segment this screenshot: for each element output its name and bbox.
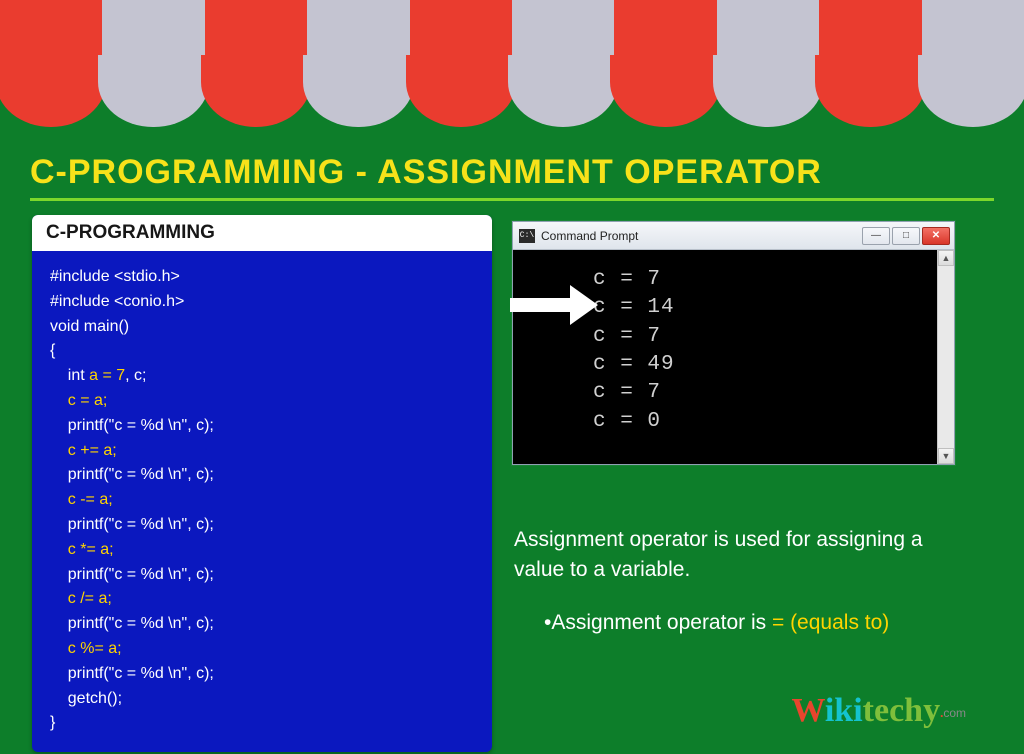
awning-decoration [0, 0, 1024, 145]
code-token [50, 640, 68, 657]
code-token: printf("c = %d \n", c); [50, 466, 214, 483]
wikitechy-logo: Wikitechy.com [791, 692, 966, 730]
code-token: printf("c = %d \n", c); [50, 417, 214, 434]
close-button[interactable]: ✕ [922, 227, 950, 245]
code-token: printf("c = %d \n", c); [50, 566, 214, 583]
arrow-icon [510, 285, 598, 325]
code-token: int [50, 367, 89, 384]
code-token: c -= a; [68, 491, 113, 508]
code-token: c = a; [68, 392, 108, 409]
code-token: } [50, 714, 55, 731]
code-token: #include <conio.h> [50, 293, 184, 310]
code-token: getch(); [50, 690, 122, 707]
code-token [50, 541, 68, 558]
code-token: c += a; [68, 442, 117, 459]
code-token: printf("c = %d \n", c); [50, 665, 214, 682]
code-token: , c; [125, 367, 146, 384]
cmd-titlebar: C:\ Command Prompt ― □ ✕ [513, 222, 954, 250]
code-token [50, 491, 68, 508]
cmd-title: Command Prompt [541, 229, 856, 243]
scroll-down-icon[interactable]: ▼ [938, 448, 954, 464]
code-token [50, 590, 68, 607]
code-token: { [50, 342, 55, 359]
code-token [50, 392, 68, 409]
page-title: C-PROGRAMMING - ASSIGNMENT OPERATOR [30, 153, 994, 201]
code-token: c *= a; [68, 541, 114, 558]
code-token: a = 7 [89, 367, 125, 384]
code-token: void main() [50, 318, 129, 335]
minimize-button[interactable]: ― [862, 227, 890, 245]
explanation-line-1: Assignment operator is used for assignin… [514, 525, 958, 586]
code-token: c %= a; [68, 640, 122, 657]
scroll-up-icon[interactable]: ▲ [938, 250, 954, 266]
maximize-button[interactable]: □ [892, 227, 920, 245]
code-card-title: C-PROGRAMMING [32, 215, 492, 251]
code-token: c /= a; [68, 590, 112, 607]
command-prompt-window: C:\ Command Prompt ― □ ✕ c = 7 c = 14 c … [512, 221, 955, 465]
code-body: #include <stdio.h> #include <conio.h> vo… [32, 251, 492, 752]
explanation-text: Assignment operator is used for assignin… [512, 525, 962, 638]
code-token: printf("c = %d \n", c); [50, 615, 214, 632]
code-token: printf("c = %d \n", c); [50, 516, 214, 533]
explanation-bullet: •Assignment operator is = (equals to) [514, 608, 958, 638]
code-token [50, 442, 68, 459]
cmd-icon: C:\ [519, 229, 535, 243]
cmd-scrollbar[interactable]: ▲ ▼ [937, 250, 954, 464]
code-card: C-PROGRAMMING #include <stdio.h> #includ… [32, 215, 492, 752]
code-token: #include <stdio.h> [50, 268, 180, 285]
cmd-output: c = 7 c = 14 c = 7 c = 49 c = 7 c = 0 [513, 250, 937, 464]
